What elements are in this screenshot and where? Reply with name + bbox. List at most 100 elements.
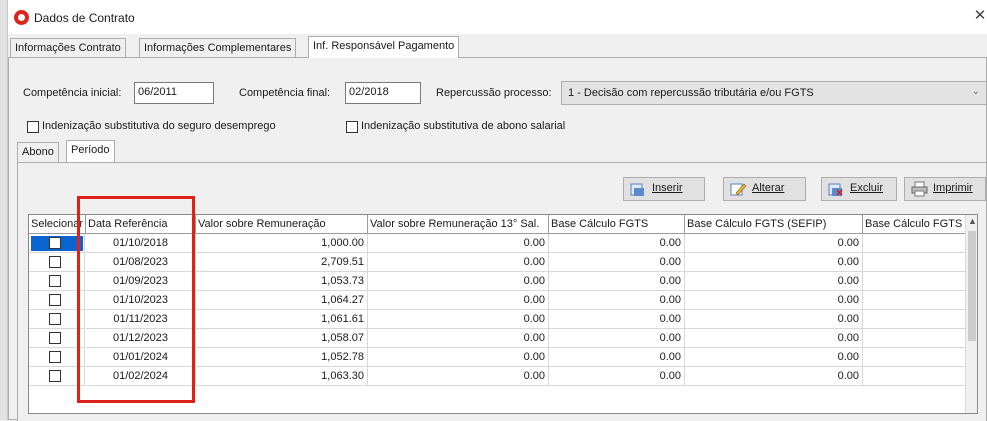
- select-cell[interactable]: [29, 329, 85, 348]
- row-select-checkbox[interactable]: [49, 294, 61, 306]
- inserir-button[interactable]: Inserir: [623, 177, 705, 201]
- header-selecionar[interactable]: Selecionar: [29, 215, 86, 234]
- table-row[interactable]: 01/11/2023 1,061.61 0.00 0.00 0.00: [29, 310, 967, 329]
- competencia-inicial-label: Competência inicial:: [23, 87, 122, 99]
- alterar-button[interactable]: Alterar: [723, 177, 806, 201]
- base-fgts-cell[interactable]: 0.00: [549, 310, 685, 329]
- header-valor-remuneracao[interactable]: Valor sobre Remuneração: [196, 215, 368, 234]
- excluir-button[interactable]: Excluir: [821, 177, 897, 201]
- select-cell[interactable]: [29, 272, 85, 291]
- table-row[interactable]: 01/08/2023 2,709.51 0.00 0.00 0.00: [29, 253, 967, 272]
- competencia-inicial-input[interactable]: 06/2011: [134, 82, 214, 104]
- valor-remuneracao-cell[interactable]: 1,000.00: [196, 234, 368, 253]
- base-fgts-sefip-cell[interactable]: 0.00: [685, 367, 863, 386]
- table-row[interactable]: 01/01/2024 1,052.78 0.00 0.00 0.00: [29, 348, 967, 367]
- select-cell[interactable]: [29, 253, 85, 272]
- valor-13-cell[interactable]: 0.00: [368, 310, 549, 329]
- valor-13-cell[interactable]: 0.00: [368, 367, 549, 386]
- grid-vertical-scrollbar[interactable]: ▲: [965, 215, 977, 413]
- base-fgts-sefip-cell[interactable]: 0.00: [685, 348, 863, 367]
- base-fgts-cell[interactable]: 0.00: [549, 348, 685, 367]
- base-fgts-sefip-2-cell[interactable]: [863, 234, 967, 253]
- valor-remuneracao-cell[interactable]: 1,063.30: [196, 367, 368, 386]
- data-referencia-cell[interactable]: 01/08/2023: [86, 253, 196, 272]
- base-fgts-sefip-cell[interactable]: 0.00: [685, 310, 863, 329]
- row-select-checkbox[interactable]: [49, 275, 61, 287]
- base-fgts-sefip-cell[interactable]: 0.00: [685, 234, 863, 253]
- table-row[interactable]: 01/10/2023 1,064.27 0.00 0.00 0.00: [29, 291, 967, 310]
- base-fgts-cell[interactable]: 0.00: [549, 253, 685, 272]
- competencia-final-input[interactable]: 02/2018: [345, 82, 421, 104]
- valor-remuneracao-cell[interactable]: 1,061.61: [196, 310, 368, 329]
- base-fgts-sefip-2-cell[interactable]: [863, 348, 967, 367]
- row-select-checkbox[interactable]: [49, 351, 61, 363]
- valor-13-cell[interactable]: 0.00: [368, 348, 549, 367]
- data-referencia-cell[interactable]: 01/10/2023: [86, 291, 196, 310]
- row-select-checkbox[interactable]: [49, 370, 61, 382]
- base-fgts-sefip-cell[interactable]: 0.00: [685, 291, 863, 310]
- row-select-checkbox[interactable]: [49, 313, 61, 325]
- data-referencia-cell[interactable]: 01/02/2024: [86, 367, 196, 386]
- valor-13-cell[interactable]: 0.00: [368, 234, 549, 253]
- header-data-referencia[interactable]: Data Referência: [86, 215, 196, 234]
- tab-inf-responsavel-pagamento[interactable]: Inf. Responsável Pagamento: [308, 36, 460, 58]
- imprimir-button[interactable]: Imprimir: [904, 177, 986, 201]
- row-select-checkbox[interactable]: [49, 256, 61, 268]
- table-row[interactable]: 01/10/2018 1,000.00 0.00 0.00 0.00: [29, 234, 967, 253]
- header-base-fgts-sefip[interactable]: Base Cálculo FGTS (SEFIP): [685, 215, 863, 234]
- table-row[interactable]: 01/12/2023 1,058.07 0.00 0.00 0.00: [29, 329, 967, 348]
- data-referencia-cell[interactable]: 01/11/2023: [86, 310, 196, 329]
- select-cell[interactable]: [29, 348, 85, 367]
- data-referencia-cell[interactable]: 01/01/2024: [86, 348, 196, 367]
- valor-remuneracao-cell[interactable]: 1,052.78: [196, 348, 368, 367]
- tab-informacoes-contrato[interactable]: Informações Contrato: [10, 38, 126, 58]
- table-row[interactable]: 01/09/2023 1,053.73 0.00 0.00 0.00: [29, 272, 967, 291]
- data-referencia-cell[interactable]: 01/09/2023: [86, 272, 196, 291]
- base-fgts-sefip-2-cell[interactable]: [863, 367, 967, 386]
- tab-informacoes-complementares[interactable]: Informações Complementares: [139, 38, 297, 58]
- base-fgts-sefip-2-cell[interactable]: [863, 310, 967, 329]
- base-fgts-sefip-cell[interactable]: 0.00: [685, 272, 863, 291]
- table-row[interactable]: 01/02/2024 1,063.30 0.00 0.00 0.00: [29, 367, 967, 386]
- header-base-fgts[interactable]: Base Cálculo FGTS: [549, 215, 685, 234]
- periodo-grid[interactable]: Selecionar Data Referência Valor sobre R…: [28, 214, 978, 414]
- base-fgts-sefip-cell[interactable]: 0.00: [685, 253, 863, 272]
- select-cell[interactable]: [29, 367, 85, 386]
- row-select-checkbox[interactable]: [49, 332, 61, 344]
- valor-13-cell[interactable]: 0.00: [368, 272, 549, 291]
- tab-periodo[interactable]: Período: [66, 140, 115, 162]
- scrollbar-thumb[interactable]: [968, 231, 976, 341]
- base-fgts-cell[interactable]: 0.00: [549, 272, 685, 291]
- valor-remuneracao-cell[interactable]: 2,709.51: [196, 253, 368, 272]
- valor-13-cell[interactable]: 0.00: [368, 291, 549, 310]
- data-referencia-cell[interactable]: 01/10/2018: [86, 234, 196, 253]
- header-base-fgts-sefip-2[interactable]: Base Cálculo FGTS (SEFIP): [863, 215, 967, 234]
- scroll-up-icon[interactable]: ▲: [968, 216, 977, 226]
- row-select-checkbox[interactable]: [49, 237, 61, 249]
- repercussao-select[interactable]: 1 - Decisão com repercussão tributária e…: [561, 81, 987, 105]
- tab-abono[interactable]: Abono: [17, 142, 59, 162]
- select-cell[interactable]: [29, 291, 85, 310]
- valor-remuneracao-cell[interactable]: 1,053.73: [196, 272, 368, 291]
- valor-remuneracao-cell[interactable]: 1,064.27: [196, 291, 368, 310]
- header-valor-13-sal[interactable]: Valor sobre Remuneração 13° Sal.: [368, 215, 549, 234]
- base-fgts-cell[interactable]: 0.00: [549, 291, 685, 310]
- base-fgts-sefip-cell[interactable]: 0.00: [685, 329, 863, 348]
- base-fgts-sefip-2-cell[interactable]: [863, 291, 967, 310]
- valor-13-cell[interactable]: 0.00: [368, 253, 549, 272]
- select-cell[interactable]: [29, 234, 85, 253]
- valor-13-cell[interactable]: 0.00: [368, 329, 549, 348]
- indenizacao-abono-checkbox[interactable]: [346, 121, 358, 133]
- valor-remuneracao-cell[interactable]: 1,058.07: [196, 329, 368, 348]
- base-fgts-cell[interactable]: 0.00: [549, 329, 685, 348]
- select-cell[interactable]: [29, 310, 85, 329]
- data-referencia-cell[interactable]: 01/12/2023: [86, 329, 196, 348]
- base-fgts-cell[interactable]: 0.00: [549, 367, 685, 386]
- base-fgts-sefip-2-cell[interactable]: [863, 329, 967, 348]
- close-icon[interactable]: ✕: [973, 8, 987, 24]
- base-fgts-sefip-2-cell[interactable]: [863, 253, 967, 272]
- indenizacao-desemprego-checkbox[interactable]: [27, 121, 39, 133]
- title-bar: Dados de Contrato ✕: [8, 0, 987, 34]
- base-fgts-cell[interactable]: 0.00: [549, 234, 685, 253]
- base-fgts-sefip-2-cell[interactable]: [863, 272, 967, 291]
